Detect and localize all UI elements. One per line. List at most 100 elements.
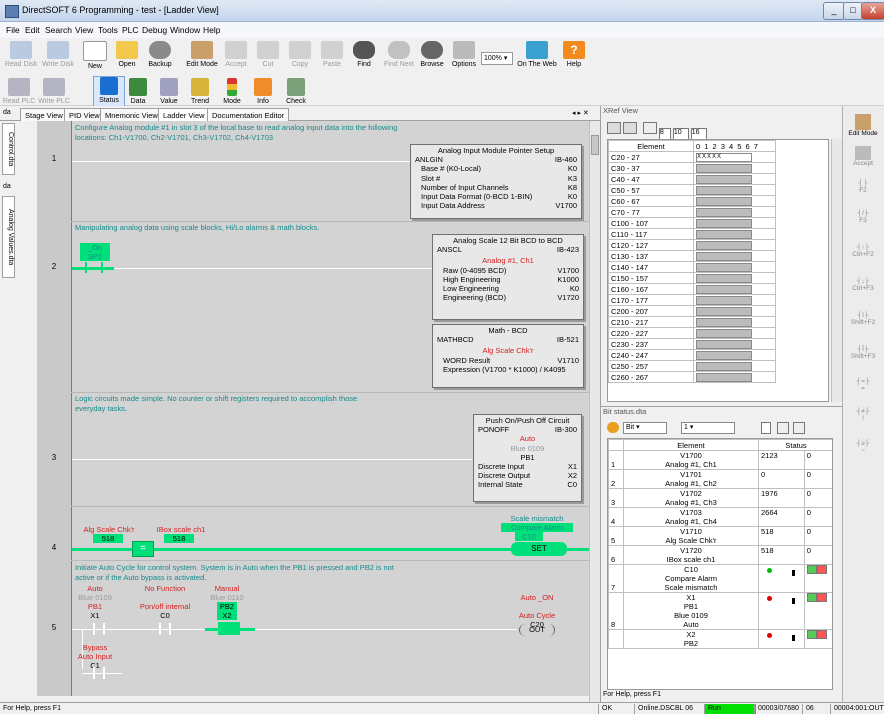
tab-stage-view[interactable]: Stage View	[20, 108, 68, 122]
immediate-nc-tool[interactable]: ┤Ī├ Shift+F3	[842, 346, 884, 360]
accept-button[interactable]: Accept	[225, 61, 246, 68]
menu-debug[interactable]: Debug	[142, 25, 167, 35]
c0-contact[interactable]	[159, 623, 161, 635]
menu-file[interactable]: File	[6, 25, 20, 35]
minimize-button[interactable]: _	[823, 2, 845, 20]
compare-equal-tool[interactable]: ┤=├ =	[842, 378, 884, 392]
open-button[interactable]: Open	[118, 61, 135, 68]
side-tab-control[interactable]: Control.dta	[2, 123, 15, 175]
xref-grid-icon[interactable]	[607, 122, 621, 134]
ladder-editor[interactable]: Configure Analog module #1 in slot 3 of …	[37, 121, 594, 696]
count-select[interactable]: 1 ▾	[681, 422, 735, 434]
menu-window[interactable]: Window	[170, 25, 200, 35]
zoom-select[interactable]: 100% ▾	[481, 52, 513, 65]
xref-refresh-icon[interactable]	[642, 122, 657, 134]
tab-ladder-view[interactable]: Ladder View	[158, 108, 210, 122]
xref-row[interactable]: C100 - 107	[608, 217, 776, 229]
paste-button[interactable]: Paste	[323, 61, 341, 68]
menu-view[interactable]: View	[75, 25, 93, 35]
xref-row[interactable]: C120 - 127	[608, 239, 776, 251]
read-plc-button[interactable]: Read PLC	[3, 98, 35, 105]
add-row-icon[interactable]	[777, 422, 789, 434]
bs-bit-row[interactable]: 7 C10 Compare Alarm Scale mismatch	[608, 564, 832, 593]
bs-row[interactable]: 1 V1700 Analog #1, Ch1 2123 0	[608, 450, 832, 470]
x1-contact[interactable]	[93, 623, 95, 635]
write-disk-button[interactable]: Write Disk	[42, 61, 74, 68]
menu-plc[interactable]: PLC	[122, 25, 139, 35]
bs-bit-row[interactable]: 8 X1 PB1 Blue 0109 Auto	[608, 592, 832, 630]
force-off-icon[interactable]	[816, 593, 827, 602]
c1-contact[interactable]	[93, 667, 95, 679]
force-on-icon[interactable]	[806, 630, 817, 639]
bs-row[interactable]: 6 V1720 IBox scale ch1 518 0	[608, 545, 832, 565]
tab-pid-view[interactable]: PID View	[64, 108, 105, 122]
ponoff-ibox[interactable]: Push On/Push Off Circuit PONOFF IB-300 Au…	[473, 414, 582, 502]
set-coil-c10[interactable]: SET	[511, 542, 567, 556]
force-on-icon[interactable]	[806, 565, 817, 574]
xref-list-icon[interactable]	[622, 122, 637, 134]
backup-button[interactable]: Backup	[148, 61, 171, 68]
mathbcd-ibox[interactable]: Math - BCD MATHBCD IB-521 Alg Scale Chk'r…	[432, 324, 584, 388]
value-button[interactable]: Value	[160, 98, 177, 105]
contact-no-tool[interactable]: ┤├ F2	[842, 180, 884, 194]
xref-row[interactable]: C40 - 47	[608, 173, 776, 185]
bs-row[interactable]: 3 V1702 Analog #1, Ch3 1976 0	[608, 488, 832, 508]
bs-row[interactable]: 5 V1710 Alg Scale Chk'r 518 0	[608, 526, 832, 546]
type-select[interactable]: Bit ▾	[623, 422, 667, 434]
monitor-icon[interactable]	[607, 422, 619, 433]
browse-button[interactable]: Browse	[420, 61, 443, 68]
xref-row[interactable]: C150 - 157	[608, 272, 776, 284]
contact-nc-tool[interactable]: ┤/├ F3	[842, 210, 884, 224]
xref-grid[interactable]: Element 0 1 2 3 4 5 6 7 C20 - 27 XXXXX C30 …	[607, 139, 829, 402]
xref-row[interactable]: C70 - 77	[608, 206, 776, 218]
menu-help[interactable]: Help	[203, 25, 220, 35]
copy-button[interactable]: Copy	[292, 61, 308, 68]
force-on-icon[interactable]	[806, 593, 817, 602]
xref-row[interactable]: C200 - 207	[608, 305, 776, 317]
mode-button[interactable]: Mode	[223, 98, 241, 105]
options-button[interactable]: Options	[452, 61, 476, 68]
data-button[interactable]: Data	[131, 98, 146, 105]
tab-nav-arrows[interactable]: ◂ ▸ ✕	[572, 109, 589, 117]
anlgin-ibox[interactable]: Analog Input Module Pointer Setup ANLGIN…	[410, 144, 582, 219]
xref-row[interactable]: C230 - 237	[608, 338, 776, 350]
maximize-button[interactable]: □	[843, 2, 863, 20]
sp1-contact[interactable]	[85, 262, 87, 273]
remove-row-icon[interactable]	[793, 422, 805, 434]
check-button[interactable]: Check	[286, 98, 306, 105]
read-disk-button[interactable]: Read Disk	[5, 61, 37, 68]
tab-mnemonic-view[interactable]: Mnemonic View	[100, 108, 163, 122]
xref-row[interactable]: C110 - 117	[608, 228, 776, 240]
force-off-icon[interactable]	[816, 630, 827, 639]
force-off-icon[interactable]	[816, 565, 827, 574]
xref-row[interactable]: C30 - 37	[608, 162, 776, 174]
close-button[interactable]: X	[861, 2, 884, 20]
bit-status-grid[interactable]: Element Status 1 V1700 Analog #1, Ch1 2123 0 2…	[607, 438, 833, 690]
edit-mode-tool[interactable]: Edit Mode	[842, 114, 884, 137]
bs-bit-row[interactable]: X2 PB2	[608, 629, 832, 649]
xref-scrollbar[interactable]	[831, 139, 842, 402]
side-tab-analog-values[interactable]: Analog Values.dta	[2, 196, 15, 278]
compare-equal-contact[interactable]: =	[132, 541, 154, 557]
x2-nc-contact[interactable]	[218, 622, 240, 635]
out-coil-c20[interactable]: OUT	[519, 624, 555, 636]
xref-row[interactable]: C60 - 67	[608, 195, 776, 207]
on-the-web-button[interactable]: On The Web	[517, 61, 556, 68]
xref-row[interactable]: C160 - 167	[608, 283, 776, 295]
xref-row[interactable]: C50 - 57	[608, 184, 776, 196]
ladder-scrollbar[interactable]	[589, 121, 600, 702]
new-button[interactable]: New	[88, 63, 102, 70]
menu-search[interactable]: Search	[45, 25, 72, 35]
xref-row[interactable]: C220 - 227	[608, 327, 776, 339]
compare-ge-tool[interactable]: ┤≥├ ~	[842, 440, 884, 454]
menu-tools[interactable]: Tools	[98, 25, 118, 35]
find-button[interactable]: Find	[357, 61, 371, 68]
xref-row[interactable]: C130 - 137	[608, 250, 776, 262]
status-button[interactable]: Status	[99, 97, 119, 104]
info-button[interactable]: Info	[257, 98, 269, 105]
falling-edge-tool[interactable]: ┤↓├ Ctrl+F3	[842, 278, 884, 292]
trend-button[interactable]: Trend	[191, 98, 209, 105]
xref-row[interactable]: C140 - 147	[608, 261, 776, 273]
xref-row[interactable]: C210 - 217	[608, 316, 776, 328]
tab-documentation-editor[interactable]: Documentation Editor	[207, 108, 290, 122]
